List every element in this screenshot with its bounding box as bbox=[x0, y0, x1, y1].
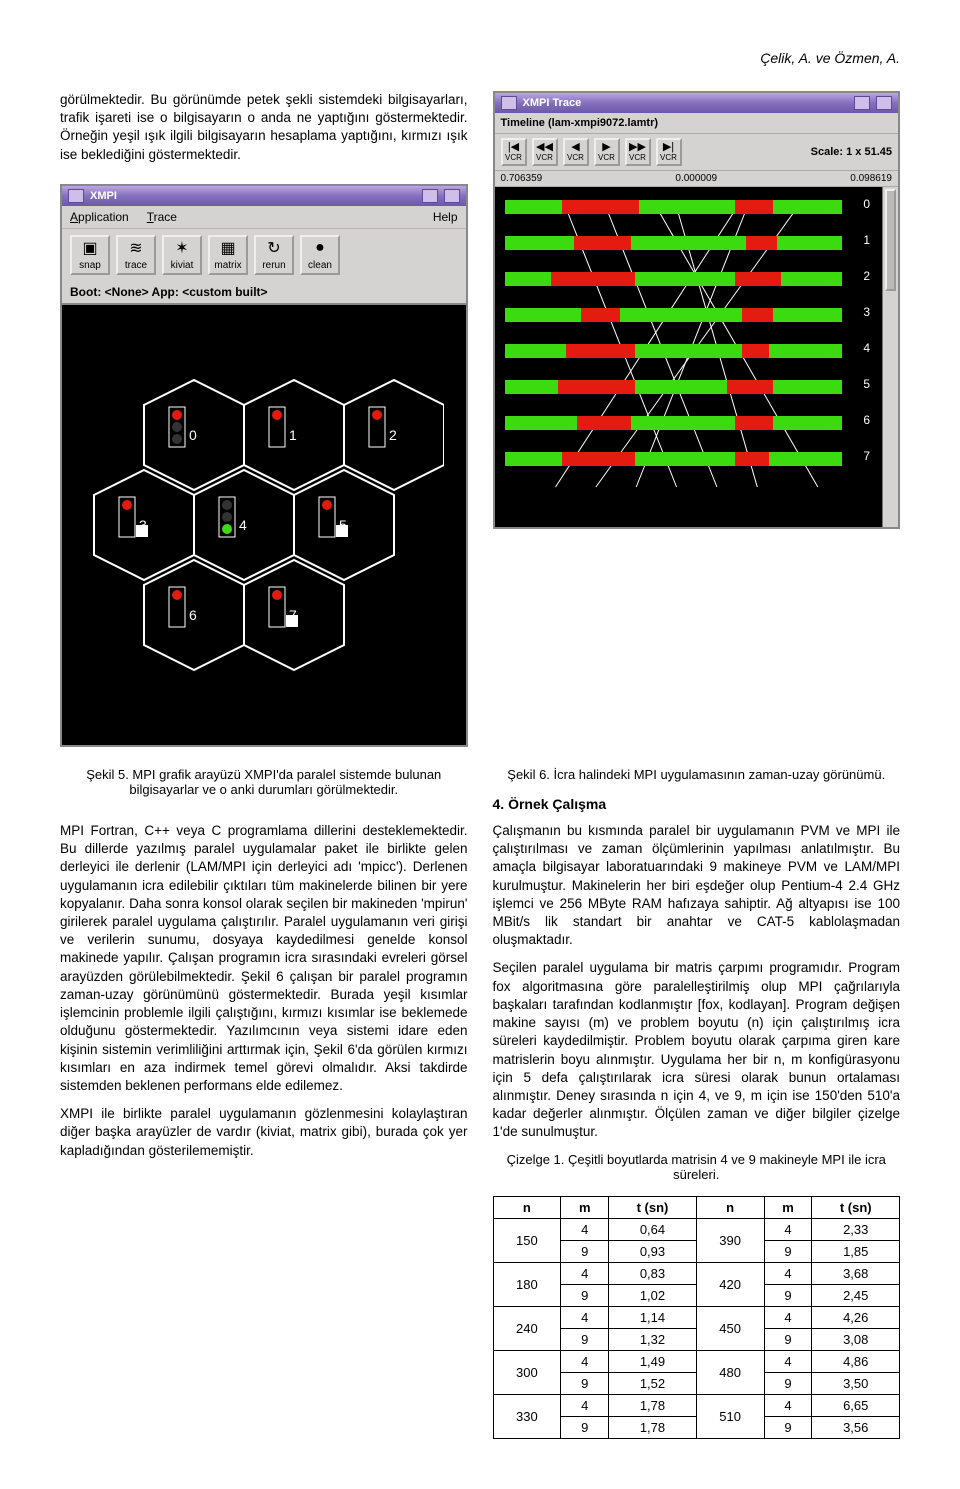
results-table: nmt (sn)nmt (sn) 15040,6439042,3390,9391… bbox=[493, 1196, 901, 1439]
svg-text:1: 1 bbox=[289, 427, 297, 443]
snap-button[interactable]: ▣snap bbox=[70, 235, 110, 275]
table-header: t (sn) bbox=[812, 1196, 900, 1218]
scale-numbers: 0.706359 0.000009 0.098619 bbox=[495, 171, 899, 187]
trace-button[interactable]: ≋trace bbox=[116, 235, 156, 275]
table-row: 24041,1445044,26 bbox=[493, 1306, 900, 1328]
timeline-scrollbar[interactable] bbox=[882, 187, 898, 527]
scale-label: Scale: 1 x 51.45 bbox=[811, 146, 892, 158]
timeline-canvas: 0 1 2 3 4 5 6 7 bbox=[495, 187, 899, 527]
xmpi-window: XMPI Application Trace Help ▣snap ≋trace… bbox=[60, 184, 468, 747]
figure-5-caption: Şekil 5. MPI grafik arayüzü XMPI'da para… bbox=[60, 767, 468, 797]
right-body-paragraph-2: Seçilen paralel uygulama bir matris çarp… bbox=[493, 959, 901, 1141]
trace-window: XMPI Trace Timeline (lam-xmpi9072.lamtr)… bbox=[493, 91, 901, 529]
matrix-button[interactable]: ▦matrix bbox=[208, 235, 248, 275]
vcr-ff-button[interactable]: ▶▶VCR bbox=[625, 138, 651, 166]
bomb-icon: ● bbox=[315, 237, 325, 260]
minimize-button[interactable] bbox=[854, 96, 870, 110]
paper-authors: Çelik, A. ve Özmen, A. bbox=[60, 50, 900, 66]
svg-text:4: 4 bbox=[239, 517, 247, 533]
svg-text:0: 0 bbox=[189, 427, 197, 443]
skip-forward-icon: ▶| bbox=[658, 142, 680, 153]
step-forward-icon: ▶ bbox=[596, 142, 618, 153]
window-menu-button[interactable] bbox=[501, 96, 517, 110]
reload-icon: ↻ bbox=[267, 237, 280, 260]
camera-icon: ▣ bbox=[82, 237, 97, 260]
trace-titlebar[interactable]: XMPI Trace bbox=[495, 93, 899, 113]
right-body-paragraph-1: Çalışmanın bu kısmında paralel bir uygul… bbox=[493, 822, 901, 950]
maximize-button[interactable] bbox=[444, 189, 460, 203]
table-header: m bbox=[561, 1196, 609, 1218]
rewind-icon: ◀◀ bbox=[534, 142, 556, 153]
hex-node-view: .hx{fill:none;stroke:#fff;stroke-width:2… bbox=[62, 305, 466, 745]
timeline-label: Timeline (lam-xmpi9072.lamtr) bbox=[501, 117, 659, 129]
vcr-rewind-button[interactable]: ◀◀VCR bbox=[532, 138, 558, 166]
table-row: 15040,6439042,33 bbox=[493, 1218, 900, 1240]
hex-svg: .hx{fill:none;stroke:#fff;stroke-width:2… bbox=[84, 315, 444, 735]
scrollbar-thumb[interactable] bbox=[885, 189, 896, 291]
menu-help[interactable]: Help bbox=[433, 210, 458, 224]
xmpi-titlebar[interactable]: XMPI bbox=[62, 186, 466, 206]
star-icon: ✶ bbox=[175, 237, 188, 260]
svg-text:2: 2 bbox=[389, 427, 397, 443]
xmpi-menubar: Application Trace Help bbox=[62, 206, 466, 229]
vcr-last-button[interactable]: ▶|VCR bbox=[656, 138, 682, 166]
rerun-button[interactable]: ↻rerun bbox=[254, 235, 294, 275]
table-header: t (sn) bbox=[609, 1196, 696, 1218]
timeline-toolbar: Timeline (lam-xmpi9072.lamtr) bbox=[495, 113, 899, 134]
vcr-fwd-button[interactable]: ▶VCR bbox=[594, 138, 620, 166]
svg-text:6: 6 bbox=[189, 607, 197, 623]
grid-icon: ▦ bbox=[220, 237, 235, 260]
intro-paragraph: görülmektedir. Bu görünümde petek şekli … bbox=[60, 91, 468, 164]
maximize-button[interactable] bbox=[876, 96, 892, 110]
table-header: m bbox=[764, 1196, 812, 1218]
left-body-paragraph: MPI Fortran, C++ veya C programlama dill… bbox=[60, 822, 468, 1095]
table-row: 30041,4948044,86 bbox=[493, 1350, 900, 1372]
xmpi-bootline: Boot: <None> App: <custom built> bbox=[62, 281, 466, 305]
table-row: 33041,7851046,65 bbox=[493, 1394, 900, 1416]
menu-application[interactable]: Application bbox=[70, 210, 129, 224]
table-header: n bbox=[696, 1196, 764, 1218]
section-4-heading: 4. Örnek Çalışma bbox=[493, 796, 901, 812]
kiviat-button[interactable]: ✶kiviat bbox=[162, 235, 202, 275]
trace-title-text: XMPI Trace bbox=[523, 97, 582, 109]
vcr-first-button[interactable]: |◀VCR bbox=[501, 138, 527, 166]
table-header: n bbox=[493, 1196, 561, 1218]
step-back-icon: ◀ bbox=[565, 142, 587, 153]
window-menu-button[interactable] bbox=[68, 189, 84, 203]
table-caption: Çizelge 1. Çeşitli boyutlarda matrisin 4… bbox=[493, 1152, 901, 1182]
fast-forward-icon: ▶▶ bbox=[627, 142, 649, 153]
vcr-row: |◀VCR ◀◀VCR ◀VCR ▶VCR ▶▶VCR ▶|VCR Scale:… bbox=[495, 134, 899, 171]
table-row: 18040,8342043,68 bbox=[493, 1262, 900, 1284]
left-body-paragraph-2: XMPI ile birlikte paralel uygulamanın gö… bbox=[60, 1105, 468, 1160]
wave-icon: ≋ bbox=[129, 237, 142, 260]
figure-6-caption: Şekil 6. İcra halindeki MPI uygulamasını… bbox=[493, 767, 901, 782]
menu-trace[interactable]: Trace bbox=[147, 210, 177, 224]
xmpi-title-text: XMPI bbox=[90, 190, 117, 202]
vcr-back-button[interactable]: ◀VCR bbox=[563, 138, 589, 166]
clean-button[interactable]: ●clean bbox=[300, 235, 340, 275]
xmpi-toolbar: ▣snap ≋trace ✶kiviat ▦matrix ↻rerun ●cle… bbox=[62, 229, 466, 281]
minimize-button[interactable] bbox=[422, 189, 438, 203]
skip-back-icon: |◀ bbox=[503, 142, 525, 153]
